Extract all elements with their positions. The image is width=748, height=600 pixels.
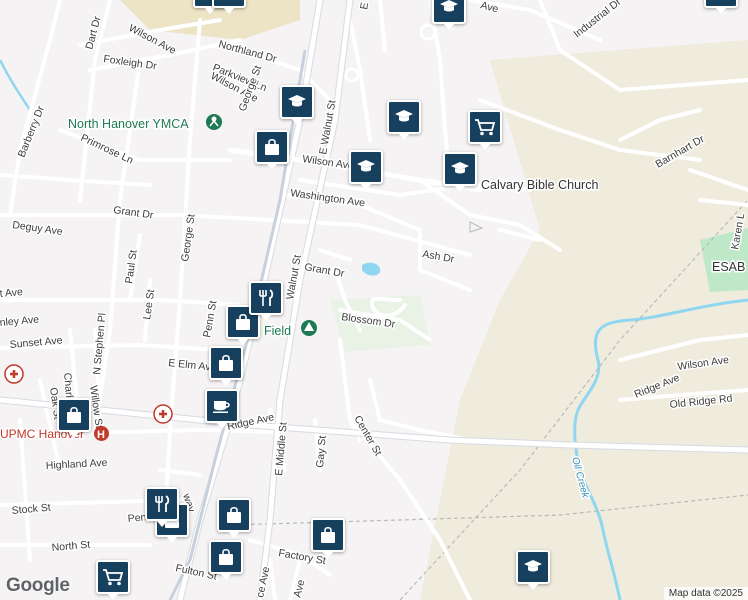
ymca-label: North Hanover YMCA bbox=[68, 117, 189, 131]
school-icon bbox=[395, 110, 413, 122]
school-marker[interactable] bbox=[280, 85, 314, 125]
shopping-bag-icon bbox=[321, 526, 335, 543]
school-marker[interactable] bbox=[212, 0, 246, 14]
shopping-bag-icon bbox=[265, 138, 279, 155]
shopping-marker[interactable] bbox=[311, 518, 345, 558]
shopping-marker[interactable] bbox=[209, 540, 243, 580]
shopping-bag-icon bbox=[67, 406, 81, 423]
shopping-marker[interactable] bbox=[255, 130, 289, 170]
svg-text:H: H bbox=[97, 429, 105, 441]
shopping-bag-icon bbox=[219, 548, 233, 565]
restaurant-icon bbox=[155, 495, 170, 512]
school-icon bbox=[288, 95, 306, 107]
shopping-bag-icon bbox=[236, 313, 250, 330]
shopping-cart-icon bbox=[103, 569, 124, 586]
school-marker[interactable] bbox=[516, 550, 550, 590]
church-label: Calvary Bible Church bbox=[481, 178, 598, 192]
shopping-marker[interactable] bbox=[217, 498, 251, 538]
school-marker[interactable] bbox=[349, 150, 383, 190]
school-marker[interactable] bbox=[443, 152, 477, 192]
restaurant-icon bbox=[259, 289, 274, 306]
school-icon bbox=[357, 160, 375, 172]
school-icon bbox=[524, 560, 542, 572]
esab-label: ESAB bbox=[712, 260, 745, 274]
map-attribution[interactable]: Map data ©2025 bbox=[663, 587, 748, 600]
shopping-marker[interactable] bbox=[209, 346, 243, 386]
park-label: Field bbox=[264, 324, 291, 338]
grocery-marker[interactable] bbox=[96, 560, 130, 600]
school-icon bbox=[451, 162, 469, 174]
school-marker[interactable] bbox=[704, 0, 738, 14]
school-icon bbox=[440, 0, 458, 12]
school-marker[interactable] bbox=[432, 0, 466, 30]
cafe-marker[interactable] bbox=[205, 389, 239, 429]
map-base: Wilson Ave Dart Dr Foxleigh Dr Northland… bbox=[0, 0, 748, 600]
shopping-bag-icon bbox=[219, 354, 233, 371]
restaurant-marker[interactable] bbox=[145, 487, 179, 527]
restaurant-marker[interactable] bbox=[249, 281, 283, 321]
map-canvas[interactable]: Wilson Ave Dart Dr Foxleigh Dr Northland… bbox=[0, 0, 748, 600]
shopping-marker[interactable] bbox=[57, 398, 91, 438]
grocery-marker[interactable] bbox=[468, 110, 502, 150]
shopping-bag-icon bbox=[227, 506, 241, 523]
school-marker[interactable] bbox=[387, 100, 421, 140]
cafe-icon bbox=[213, 401, 230, 413]
shopping-cart-icon bbox=[475, 119, 496, 136]
google-logo: Google bbox=[6, 575, 70, 596]
street-label: t Ave bbox=[0, 286, 23, 300]
